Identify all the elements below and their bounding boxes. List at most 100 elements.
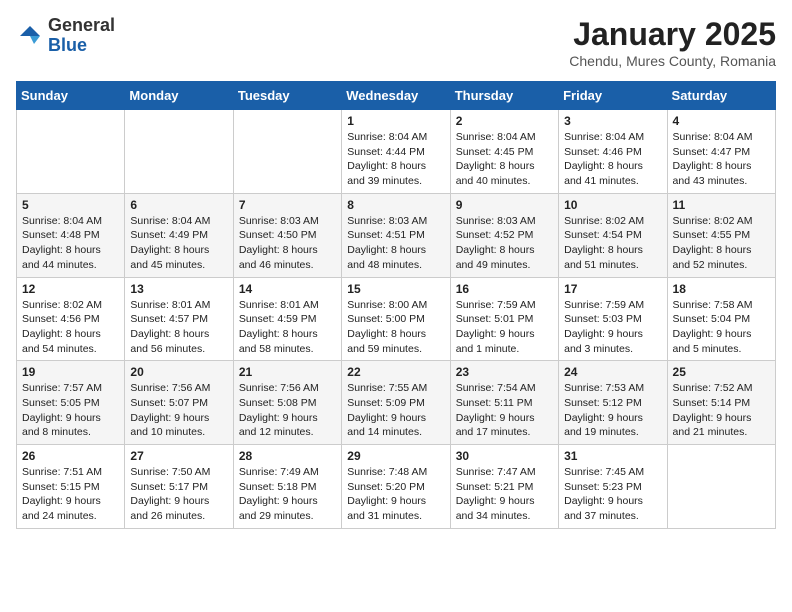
- day-number: 14: [239, 282, 336, 296]
- day-info: Sunrise: 8:04 AM Sunset: 4:47 PM Dayligh…: [673, 130, 770, 189]
- day-cell: 6Sunrise: 8:04 AM Sunset: 4:49 PM Daylig…: [125, 193, 233, 277]
- day-number: 4: [673, 114, 770, 128]
- day-header-sunday: Sunday: [17, 82, 125, 110]
- day-info: Sunrise: 7:49 AM Sunset: 5:18 PM Dayligh…: [239, 465, 336, 524]
- day-number: 9: [456, 198, 553, 212]
- day-number: 24: [564, 365, 661, 379]
- day-cell: 4 Sunrise: 8:04 AM Sunset: 4:47 PM Daylig…: [667, 110, 775, 194]
- day-info: Sunrise: 7:50 AM Sunset: 5:17 PM Dayligh…: [130, 465, 227, 524]
- day-number: 12: [22, 282, 119, 296]
- day-info: Sunrise: 8:02 AM Sunset: 4:54 PM Dayligh…: [564, 214, 661, 273]
- day-info: Sunrise: 8:04 AM Sunset: 4:46 PM Dayligh…: [564, 130, 661, 189]
- day-header-tuesday: Tuesday: [233, 82, 341, 110]
- day-info: Sunrise: 8:02 AM Sunset: 4:56 PM Dayligh…: [22, 298, 119, 357]
- day-info: Sunrise: 7:56 AM Sunset: 5:07 PM Dayligh…: [130, 381, 227, 440]
- week-row-2: 5 Sunrise: 8:04 AM Sunset: 4:48 PM Daylig…: [17, 193, 776, 277]
- day-number: 26: [22, 449, 119, 463]
- day-cell: [233, 110, 341, 194]
- day-header-friday: Friday: [559, 82, 667, 110]
- day-cell: 7Sunrise: 8:03 AM Sunset: 4:50 PM Daylig…: [233, 193, 341, 277]
- logo-icon: [16, 22, 44, 50]
- day-number: 19: [22, 365, 119, 379]
- day-number: 3: [564, 114, 661, 128]
- day-number: 11: [673, 198, 770, 212]
- day-cell: 24 Sunrise: 7:53 AM Sunset: 5:12 PM Dayli…: [559, 361, 667, 445]
- week-row-5: 26 Sunrise: 7:51 AM Sunset: 5:15 PM Dayli…: [17, 445, 776, 529]
- day-cell: 25 Sunrise: 7:52 AM Sunset: 5:14 PM Dayli…: [667, 361, 775, 445]
- day-number: 20: [130, 365, 227, 379]
- week-row-3: 12 Sunrise: 8:02 AM Sunset: 4:56 PM Dayli…: [17, 277, 776, 361]
- logo-general: General: [48, 15, 115, 35]
- day-cell: 23 Sunrise: 7:54 AM Sunset: 5:11 PM Dayli…: [450, 361, 558, 445]
- day-cell: 21Sunrise: 7:56 AM Sunset: 5:08 PM Dayli…: [233, 361, 341, 445]
- day-number: 10: [564, 198, 661, 212]
- day-cell: 3 Sunrise: 8:04 AM Sunset: 4:46 PM Daylig…: [559, 110, 667, 194]
- week-row-4: 19 Sunrise: 7:57 AM Sunset: 5:05 PM Dayli…: [17, 361, 776, 445]
- day-header-thursday: Thursday: [450, 82, 558, 110]
- day-number: 16: [456, 282, 553, 296]
- day-number: 25: [673, 365, 770, 379]
- day-cell: 11Sunrise: 8:02 AM Sunset: 4:55 PM Dayli…: [667, 193, 775, 277]
- day-header-monday: Monday: [125, 82, 233, 110]
- day-info: Sunrise: 8:04 AM Sunset: 4:44 PM Dayligh…: [347, 130, 444, 189]
- day-info: Sunrise: 7:51 AM Sunset: 5:15 PM Dayligh…: [22, 465, 119, 524]
- day-info: Sunrise: 7:45 AM Sunset: 5:23 PM Dayligh…: [564, 465, 661, 524]
- day-info: Sunrise: 8:03 AM Sunset: 4:50 PM Dayligh…: [239, 214, 336, 273]
- day-info: Sunrise: 8:00 AM Sunset: 5:00 PM Dayligh…: [347, 298, 444, 357]
- day-cell: 20 Sunrise: 7:56 AM Sunset: 5:07 PM Dayli…: [125, 361, 233, 445]
- logo-blue: Blue: [48, 35, 87, 55]
- day-info: Sunrise: 7:54 AM Sunset: 5:11 PM Dayligh…: [456, 381, 553, 440]
- day-cell: 30 Sunrise: 7:47 AM Sunset: 5:21 PM Dayli…: [450, 445, 558, 529]
- day-number: 17: [564, 282, 661, 296]
- logo-text: General Blue: [48, 16, 115, 56]
- day-info: Sunrise: 7:52 AM Sunset: 5:14 PM Dayligh…: [673, 381, 770, 440]
- day-number: 29: [347, 449, 444, 463]
- day-info: Sunrise: 7:57 AM Sunset: 5:05 PM Dayligh…: [22, 381, 119, 440]
- day-cell: 18 Sunrise: 7:58 AM Sunset: 5:04 PM Dayli…: [667, 277, 775, 361]
- day-cell: 14 Sunrise: 8:01 AM Sunset: 4:59 PM Dayli…: [233, 277, 341, 361]
- day-cell: [667, 445, 775, 529]
- day-number: 22: [347, 365, 444, 379]
- day-number: 2: [456, 114, 553, 128]
- day-info: Sunrise: 7:58 AM Sunset: 5:04 PM Dayligh…: [673, 298, 770, 357]
- day-cell: 12 Sunrise: 8:02 AM Sunset: 4:56 PM Dayli…: [17, 277, 125, 361]
- calendar-table: SundayMondayTuesdayWednesdayThursdayFrid…: [16, 81, 776, 529]
- day-info: Sunrise: 8:04 AM Sunset: 4:49 PM Dayligh…: [130, 214, 227, 273]
- day-info: Sunrise: 8:01 AM Sunset: 4:57 PM Dayligh…: [130, 298, 227, 357]
- day-number: 5: [22, 198, 119, 212]
- day-info: Sunrise: 8:04 AM Sunset: 4:48 PM Dayligh…: [22, 214, 119, 273]
- day-info: Sunrise: 8:03 AM Sunset: 4:51 PM Dayligh…: [347, 214, 444, 273]
- day-number: 23: [456, 365, 553, 379]
- title-block: January 2025 Chendu, Mures County, Roman…: [569, 16, 776, 69]
- day-info: Sunrise: 8:01 AM Sunset: 4:59 PM Dayligh…: [239, 298, 336, 357]
- day-info: Sunrise: 7:53 AM Sunset: 5:12 PM Dayligh…: [564, 381, 661, 440]
- day-number: 18: [673, 282, 770, 296]
- day-number: 15: [347, 282, 444, 296]
- day-cell: 1Sunrise: 8:04 AM Sunset: 4:44 PM Daylig…: [342, 110, 450, 194]
- day-number: 8: [347, 198, 444, 212]
- calendar-subtitle: Chendu, Mures County, Romania: [569, 53, 776, 69]
- day-cell: 9 Sunrise: 8:03 AM Sunset: 4:52 PM Daylig…: [450, 193, 558, 277]
- day-info: Sunrise: 7:48 AM Sunset: 5:20 PM Dayligh…: [347, 465, 444, 524]
- day-cell: 16Sunrise: 7:59 AM Sunset: 5:01 PM Dayli…: [450, 277, 558, 361]
- day-number: 30: [456, 449, 553, 463]
- day-headers-row: SundayMondayTuesdayWednesdayThursdayFrid…: [17, 82, 776, 110]
- day-number: 13: [130, 282, 227, 296]
- day-info: Sunrise: 7:47 AM Sunset: 5:21 PM Dayligh…: [456, 465, 553, 524]
- day-cell: 2Sunrise: 8:04 AM Sunset: 4:45 PM Daylig…: [450, 110, 558, 194]
- day-cell: 28Sunrise: 7:49 AM Sunset: 5:18 PM Dayli…: [233, 445, 341, 529]
- day-cell: 29 Sunrise: 7:48 AM Sunset: 5:20 PM Dayli…: [342, 445, 450, 529]
- day-cell: 10 Sunrise: 8:02 AM Sunset: 4:54 PM Dayli…: [559, 193, 667, 277]
- day-cell: 31 Sunrise: 7:45 AM Sunset: 5:23 PM Dayli…: [559, 445, 667, 529]
- day-info: Sunrise: 7:55 AM Sunset: 5:09 PM Dayligh…: [347, 381, 444, 440]
- day-number: 31: [564, 449, 661, 463]
- day-info: Sunrise: 8:03 AM Sunset: 4:52 PM Dayligh…: [456, 214, 553, 273]
- calendar-title: January 2025: [569, 16, 776, 53]
- day-header-saturday: Saturday: [667, 82, 775, 110]
- day-cell: 17Sunrise: 7:59 AM Sunset: 5:03 PM Dayli…: [559, 277, 667, 361]
- day-cell: 5 Sunrise: 8:04 AM Sunset: 4:48 PM Daylig…: [17, 193, 125, 277]
- day-cell: [125, 110, 233, 194]
- week-row-1: 1Sunrise: 8:04 AM Sunset: 4:44 PM Daylig…: [17, 110, 776, 194]
- day-cell: 19 Sunrise: 7:57 AM Sunset: 5:05 PM Dayli…: [17, 361, 125, 445]
- day-cell: 27Sunrise: 7:50 AM Sunset: 5:17 PM Dayli…: [125, 445, 233, 529]
